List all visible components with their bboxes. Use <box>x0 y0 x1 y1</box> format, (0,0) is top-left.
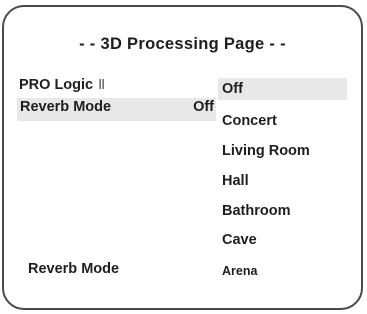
menu-item-bathroom[interactable]: Bathroom <box>218 200 347 222</box>
menu-item-cave[interactable]: Cave <box>218 229 347 251</box>
menu-item-hall[interactable]: Hall <box>218 170 347 192</box>
osd-screen: - - 3D Processing Page - - PRO Logic II R… <box>2 5 363 310</box>
pro-logic-row[interactable]: PRO Logic II <box>19 77 105 93</box>
reverb-mode-label: Reverb Mode <box>20 99 112 115</box>
pro-logic-suffix: II <box>98 77 105 93</box>
footer-label: Reverb Mode <box>28 261 120 277</box>
page-title: - - 3D Processing Page - - <box>79 35 286 53</box>
menu-item-concert[interactable]: Concert <box>218 110 347 132</box>
reverb-mode-row[interactable]: Reverb Mode Off <box>17 98 216 121</box>
menu-item-arena[interactable]: Arena <box>218 260 347 282</box>
menu-item-living-room[interactable]: Living Room <box>218 140 347 162</box>
pro-logic-label: PRO Logic <box>19 77 94 93</box>
reverb-mode-value: Off <box>193 99 214 115</box>
menu-item-off[interactable]: Off <box>218 78 347 100</box>
